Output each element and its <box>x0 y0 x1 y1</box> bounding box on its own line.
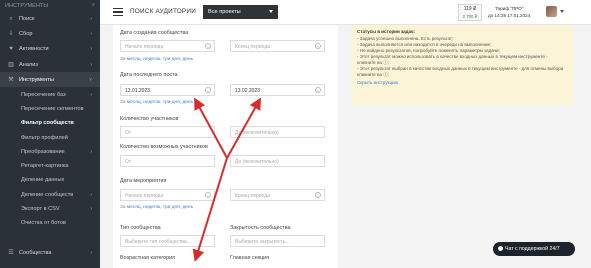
annotation-arrow-down <box>192 157 228 262</box>
annotation-arrow-from <box>194 97 228 159</box>
annotation-arrow-to <box>226 97 261 159</box>
annotation-arrows <box>192 97 261 262</box>
